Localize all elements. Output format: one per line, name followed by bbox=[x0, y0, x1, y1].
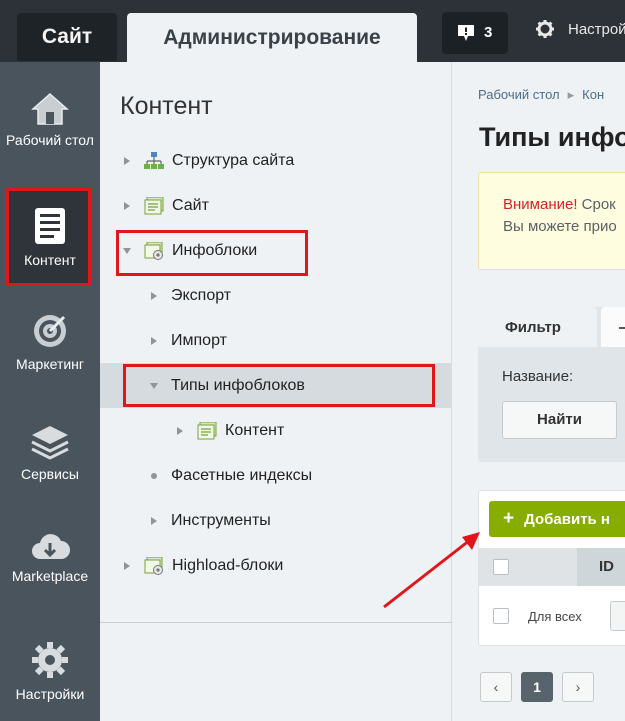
menu-label-desktop: Рабочий стол bbox=[6, 132, 94, 148]
pager-prev-button[interactable]: ‹ bbox=[480, 672, 512, 702]
alert-warning-label: Внимание! bbox=[503, 196, 578, 213]
site-icon bbox=[144, 196, 164, 214]
infoblock-icon bbox=[144, 556, 163, 575]
notification-icon bbox=[458, 25, 474, 41]
gear-icon bbox=[32, 642, 68, 678]
alert-text-line2: Вы можете прио bbox=[503, 218, 617, 235]
chevron-down-icon[interactable] bbox=[122, 246, 132, 256]
layers-icon bbox=[31, 426, 69, 460]
target-icon bbox=[34, 315, 66, 347]
chevron-right-icon[interactable] bbox=[149, 516, 159, 526]
tree-label: Структура сайта bbox=[172, 151, 295, 169]
add-button-label: Добавить н bbox=[524, 511, 610, 528]
tree-item-facet-indexes[interactable]: Фасетные индексы bbox=[100, 453, 452, 498]
tree-item-infoblock-types[interactable]: Типы инфоблоков bbox=[100, 363, 452, 408]
menu-item-marketing[interactable]: Маркетинг bbox=[0, 312, 100, 372]
menu-item-marketplace[interactable]: Marketplace bbox=[0, 532, 100, 584]
chevron-right-icon[interactable] bbox=[175, 426, 185, 436]
infoblock-icon bbox=[144, 241, 163, 260]
document-icon bbox=[35, 208, 65, 244]
tree-label: Контент bbox=[225, 421, 285, 439]
dot-icon bbox=[151, 472, 157, 479]
filter-tab[interactable]: Фильтр bbox=[478, 307, 597, 347]
gear-icon bbox=[536, 20, 554, 38]
menu-label-services: Сервисы bbox=[20, 466, 79, 482]
menu-label-content: Контент bbox=[24, 252, 76, 268]
site-icon bbox=[197, 421, 217, 439]
tree-item-export[interactable]: Экспорт bbox=[100, 273, 452, 318]
top-bar: Сайт Администрирование 3 Настройки bbox=[0, 0, 625, 63]
notification-count: 3 bbox=[484, 24, 493, 41]
tree-item-import[interactable]: Импорт bbox=[100, 318, 452, 363]
filter-add-tab[interactable] bbox=[601, 307, 625, 347]
home-icon bbox=[31, 92, 69, 125]
select-all-checkbox[interactable] bbox=[493, 559, 509, 575]
tree-title: Контент bbox=[120, 92, 213, 120]
menu-item-services[interactable]: Сервисы bbox=[0, 424, 100, 482]
tree-label: Импорт bbox=[171, 331, 227, 349]
tree-label: Фасетные индексы bbox=[171, 466, 313, 484]
action-select[interactable] bbox=[610, 601, 625, 631]
pager-current-page[interactable]: 1 bbox=[521, 672, 553, 702]
tree-label: Типы инфоблоков bbox=[171, 376, 305, 394]
alert-text: Срок bbox=[577, 196, 616, 213]
chevron-right-icon[interactable] bbox=[149, 336, 159, 346]
pager-next-button[interactable]: › bbox=[562, 672, 594, 702]
tab-site[interactable]: Сайт bbox=[17, 13, 117, 61]
tree-item-tools[interactable]: Инструменты bbox=[100, 498, 452, 543]
tree-label: Инструменты bbox=[171, 511, 271, 529]
tree-item-infoblocks[interactable]: Инфоблоки bbox=[100, 228, 452, 273]
tree-item-site-structure[interactable]: Структура сайта bbox=[100, 138, 452, 183]
tree-label: Highload-блоки bbox=[172, 556, 284, 574]
tree-label: Инфоблоки bbox=[172, 241, 258, 259]
chevron-right-icon[interactable] bbox=[149, 291, 159, 301]
column-header-id[interactable]: ID bbox=[577, 548, 625, 586]
plus-icon: + bbox=[503, 508, 515, 529]
menu-item-content[interactable]: Контент bbox=[0, 206, 100, 268]
breadcrumb-item[interactable]: Кон bbox=[582, 87, 604, 102]
menu-item-settings[interactable]: Настройки bbox=[0, 640, 100, 702]
main-content: Рабочий стол ▸ Кон Типы инфо Внимание! Сро… bbox=[453, 62, 625, 721]
add-button[interactable]: + Добавить н bbox=[489, 501, 625, 537]
settings-link-top[interactable]: Настройки bbox=[536, 20, 625, 38]
breadcrumb-item[interactable]: Рабочий стол bbox=[478, 87, 560, 102]
tree-item-highload-blocks[interactable]: Highload-блоки bbox=[100, 543, 452, 588]
chevron-right-icon[interactable] bbox=[122, 201, 132, 211]
notifications-button[interactable]: 3 bbox=[442, 12, 508, 54]
data-grid: + Добавить н ID Для всех bbox=[478, 490, 625, 646]
tree-label: Экспорт bbox=[171, 286, 232, 304]
chevron-right-icon[interactable] bbox=[122, 156, 132, 166]
pagination: ‹ 1 › bbox=[480, 672, 603, 702]
page-title: Типы инфо bbox=[479, 122, 625, 152]
breadcrumb-separator-icon: ▸ bbox=[567, 87, 575, 102]
tree-label: Сайт bbox=[172, 196, 209, 214]
tree-item-site[interactable]: Сайт bbox=[100, 183, 452, 228]
menu-label-marketplace: Marketplace bbox=[11, 568, 89, 584]
menu-item-desktop[interactable]: Рабочий стол bbox=[0, 92, 100, 148]
tree-item-content-type[interactable]: Контент bbox=[100, 408, 452, 453]
row-checkbox[interactable] bbox=[493, 608, 509, 624]
content-tree-panel: Контент Структура сайта Сайт Инфоблоки Э… bbox=[100, 62, 452, 721]
warning-alert: Внимание! Срок Вы можете прио bbox=[478, 172, 625, 270]
breadcrumb: Рабочий стол ▸ Кон bbox=[478, 87, 604, 103]
tab-administration[interactable]: Администрирование bbox=[127, 13, 417, 63]
settings-label: Настройки bbox=[568, 20, 625, 38]
find-button[interactable]: Найти bbox=[502, 401, 617, 439]
filter-panel: Фильтр Название: Найти bbox=[478, 307, 625, 462]
minus-icon bbox=[619, 327, 625, 329]
left-menu: Рабочий стол Контент Маркетинг Сервисы M… bbox=[0, 62, 100, 721]
grid-header: ID bbox=[479, 548, 625, 586]
menu-label-marketing: Маркетинг bbox=[15, 356, 85, 372]
cloud-download-icon bbox=[32, 534, 70, 559]
site-structure-icon bbox=[144, 151, 164, 169]
table-row: Для всех bbox=[479, 596, 625, 636]
chevron-down-icon[interactable] bbox=[149, 381, 159, 391]
menu-label-settings: Настройки bbox=[15, 686, 85, 702]
filter-field-label: Название: bbox=[502, 368, 574, 385]
chevron-right-icon[interactable] bbox=[122, 561, 132, 571]
apply-to-all-label: Для всех bbox=[528, 609, 582, 624]
tree-divider bbox=[100, 622, 452, 623]
